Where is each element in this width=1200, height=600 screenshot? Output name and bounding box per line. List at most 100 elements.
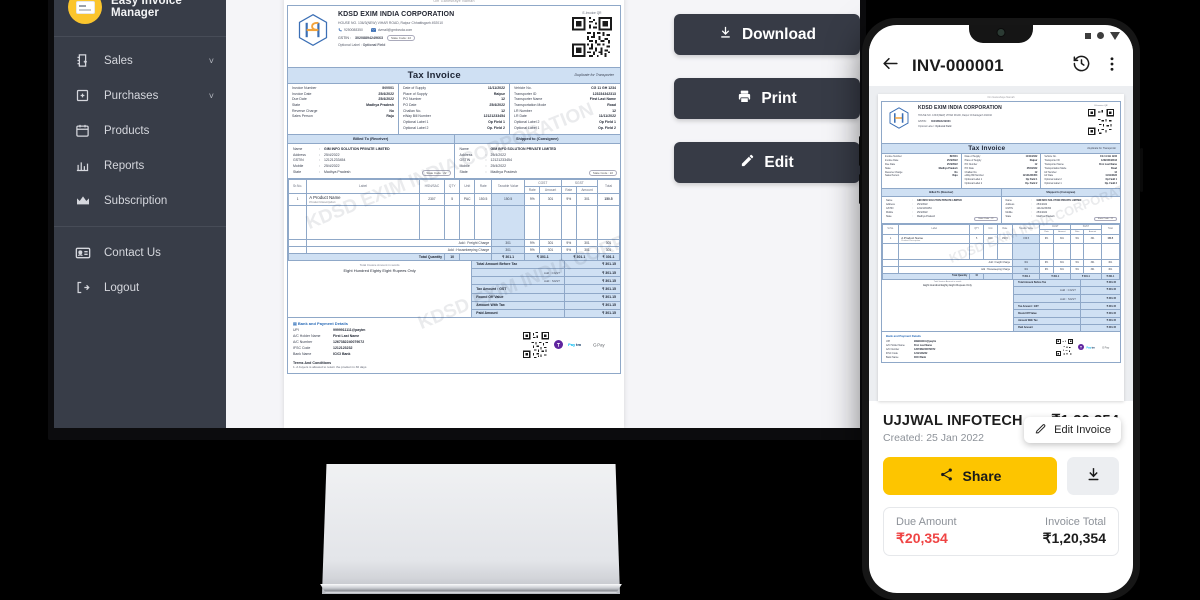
sidebar-item-contact-us[interactable]: Contact Us bbox=[54, 235, 226, 270]
phone-download-button[interactable] bbox=[1067, 457, 1119, 495]
meta-value: Raju bbox=[386, 114, 394, 119]
total-cell: ₹ 301.1 bbox=[1100, 272, 1121, 280]
charge-cell: 301 bbox=[1052, 258, 1072, 267]
th-sgst: SGST bbox=[560, 178, 599, 187]
terms-body: 1. A buyers is allowed to return the pro… bbox=[293, 364, 367, 369]
item-filler-row bbox=[881, 242, 1121, 260]
totals-list: Total Amount Before Tax ₹ 301.15 Add : CGS… bbox=[472, 260, 620, 318]
phone-qr-code-icon bbox=[1088, 108, 1114, 135]
item-cell: 150.5 bbox=[996, 233, 1013, 244]
meta-key: Optional Label 2 bbox=[964, 182, 983, 186]
brand: Easy Invoice Manager bbox=[54, 0, 226, 36]
invoice-title: Tax Invoice bbox=[407, 69, 461, 81]
phone-meta-col-2: Date of Supply 11/11/2022 Place of Supply R… bbox=[960, 153, 1041, 188]
item-cell: 9% bbox=[1039, 233, 1054, 244]
party-key: State bbox=[1005, 214, 1012, 218]
charge-cell: 9% bbox=[1070, 258, 1085, 267]
phone-invoice-preview[interactable]: Om Ganeshaye Namah KDSD EXIM INDIA CORPO… bbox=[869, 86, 1133, 401]
charge-cell: 301 bbox=[491, 238, 526, 247]
total-row: Amount With Tax ₹ 301.15 bbox=[1014, 317, 1120, 325]
charge-cell: 301 bbox=[597, 238, 620, 247]
share-button[interactable]: Share bbox=[883, 457, 1057, 495]
total-value: ₹ 301.15 bbox=[1080, 295, 1120, 303]
due-amount-value: ₹20,354 bbox=[896, 530, 948, 546]
print-button[interactable]: Print bbox=[674, 78, 860, 119]
total-cell: ₹ 301.1 bbox=[597, 252, 620, 261]
sidebar-label: Purchases bbox=[104, 89, 159, 102]
total-cell: ₹ 301.1 bbox=[1011, 272, 1041, 280]
item-cell: 150.5 bbox=[1011, 233, 1041, 244]
words-caption: Total Invoice Amount in words bbox=[359, 262, 400, 267]
edit-button[interactable]: Edit bbox=[674, 142, 860, 183]
charge-cell: 301 bbox=[1011, 258, 1041, 267]
invoice-preview-pane: Om Ganeshaye Namah KDSD EXIM INDIA CORPO… bbox=[226, 0, 624, 428]
total-quantity-row: Total Quantity 10 ₹ 301.1 ₹ 301.1 ₹ 301.1 ₹ … bbox=[287, 252, 620, 261]
history-clock-icon[interactable] bbox=[1072, 54, 1091, 78]
company-gstin-row: GSTIN : 30208894249663 State Code: 22 bbox=[338, 34, 570, 41]
edit-invoice-chip[interactable]: Edit Invoice bbox=[1024, 417, 1121, 443]
item-desc: Product Description bbox=[901, 239, 921, 242]
meta-row: Optional Label 1 Op. Field 2 bbox=[1044, 182, 1117, 186]
phone-bank-details: Bank and Payment Details UPI 9999911111@p… bbox=[886, 334, 1056, 360]
phone-party-headers: Billed To (Receiver) Shipped to (Consign… bbox=[882, 188, 1120, 197]
phone-power-button[interactable] bbox=[1140, 148, 1143, 192]
th-cgst-amount: Amount bbox=[539, 185, 562, 194]
phone-party-bodies: Name: GIM INFO SOLUTION PRIVATE LIMITED Ad… bbox=[882, 196, 1121, 224]
gpay-logo-icon: G Pay bbox=[593, 342, 606, 347]
phone-invoice-document: Om Ganeshaye Namah KDSD EXIM INDIA CORPO… bbox=[878, 94, 1124, 401]
payment-apps: Pay tm G Pay bbox=[523, 321, 615, 369]
item-cell: 1 bbox=[287, 192, 308, 206]
charge-cell: 9% bbox=[1039, 265, 1054, 274]
chevron-down-icon[interactable]: ˅ bbox=[209, 56, 214, 66]
phone-shipped-block: Name: GIM INFO SOLUTION PRIVATE LIMITED Ad… bbox=[1000, 196, 1121, 223]
total-label: Total Amount Before Tax bbox=[1018, 281, 1047, 285]
phone-duplicate-note: Duplicate for Transporter bbox=[1087, 146, 1117, 150]
sidebar-label: Sales bbox=[104, 54, 133, 67]
items-body: 1A Product Name Product Description 2307 5 P… bbox=[287, 192, 620, 261]
company-address: HOUSE NO. 136/3(NEW) VIHAR ROAD, Raipur … bbox=[338, 20, 443, 25]
sidebar-item-products[interactable]: Products bbox=[54, 113, 226, 148]
total-label: Tax Amount : GST bbox=[476, 286, 507, 291]
sidebar-item-sales[interactable]: Sales ˅ bbox=[54, 43, 226, 78]
chevron-down-icon[interactable]: ˅ bbox=[209, 91, 214, 101]
charge-cell: 9% bbox=[524, 245, 541, 254]
back-arrow-icon[interactable] bbox=[881, 54, 900, 78]
item-cell: 301 bbox=[1083, 233, 1102, 244]
edit-pencil-icon bbox=[1034, 422, 1047, 438]
upi-qr-icon bbox=[523, 331, 549, 358]
total-row: Round Off Value ₹ 301.15 bbox=[472, 293, 620, 302]
invoice-document: Om Ganeshaye Namah KDSD EXIM INDIA CORPO… bbox=[284, 0, 624, 428]
sidebar-item-subscription[interactable]: Subscription bbox=[54, 183, 226, 218]
party-value: Madhya Pradesh bbox=[490, 169, 517, 174]
overflow-menu-icon[interactable] bbox=[1103, 55, 1121, 78]
phone-payment-logos: Pay tm G Pay bbox=[1078, 344, 1113, 351]
download-button[interactable]: Download bbox=[674, 14, 860, 55]
sidebar-item-logout[interactable]: Logout bbox=[54, 270, 226, 305]
party-key: State bbox=[886, 214, 892, 218]
item-cell: 2307 bbox=[418, 192, 446, 206]
phone-optional: Optional Label : Optional Field bbox=[918, 125, 952, 128]
phone-words: Total Invoice Amount in words Eight Hund… bbox=[882, 279, 1015, 331]
sidebar-item-purchases[interactable]: Purchases ˅ bbox=[54, 78, 226, 113]
paytm-logo-icon: Pay tm bbox=[567, 341, 589, 349]
total-row: Paid Amount ₹ 301.15 bbox=[472, 309, 620, 318]
svg-text:Pay: Pay bbox=[1105, 345, 1110, 349]
phone-billed-title: Billed To (Receiver) bbox=[929, 190, 954, 194]
total-row: Add : CGST ₹ 301.15 bbox=[1014, 286, 1120, 295]
total-row: Total Amount Before Tax ₹ 301.15 bbox=[472, 260, 620, 269]
phone-meta-col-1: Invoice Number INV001 Invoice Date 25/4/202… bbox=[882, 154, 961, 188]
th-unit: Unit bbox=[459, 178, 476, 194]
phone-th-label: Label bbox=[898, 223, 971, 235]
bank-key: Bank Name bbox=[293, 351, 312, 356]
item-cell: 301 bbox=[575, 192, 599, 206]
sidebar-divider-bottom bbox=[54, 226, 226, 227]
square-icon bbox=[1085, 32, 1091, 39]
amount-summary-card: Due Amount Invoice Total ₹20,354 ₹1,20,3… bbox=[883, 507, 1119, 556]
reports-bar-chart-icon bbox=[74, 157, 91, 174]
total-quantity-label: Total Quantity bbox=[881, 272, 971, 280]
circle-icon bbox=[1097, 32, 1104, 39]
edit-invoice-label: Edit Invoice bbox=[1054, 424, 1111, 436]
sidebar-item-reports[interactable]: Reports bbox=[54, 148, 226, 183]
shipped-to-title: Shipped to (Consignee) bbox=[453, 134, 621, 143]
charge-name: Add : Housekeeping Charge bbox=[898, 265, 1013, 274]
